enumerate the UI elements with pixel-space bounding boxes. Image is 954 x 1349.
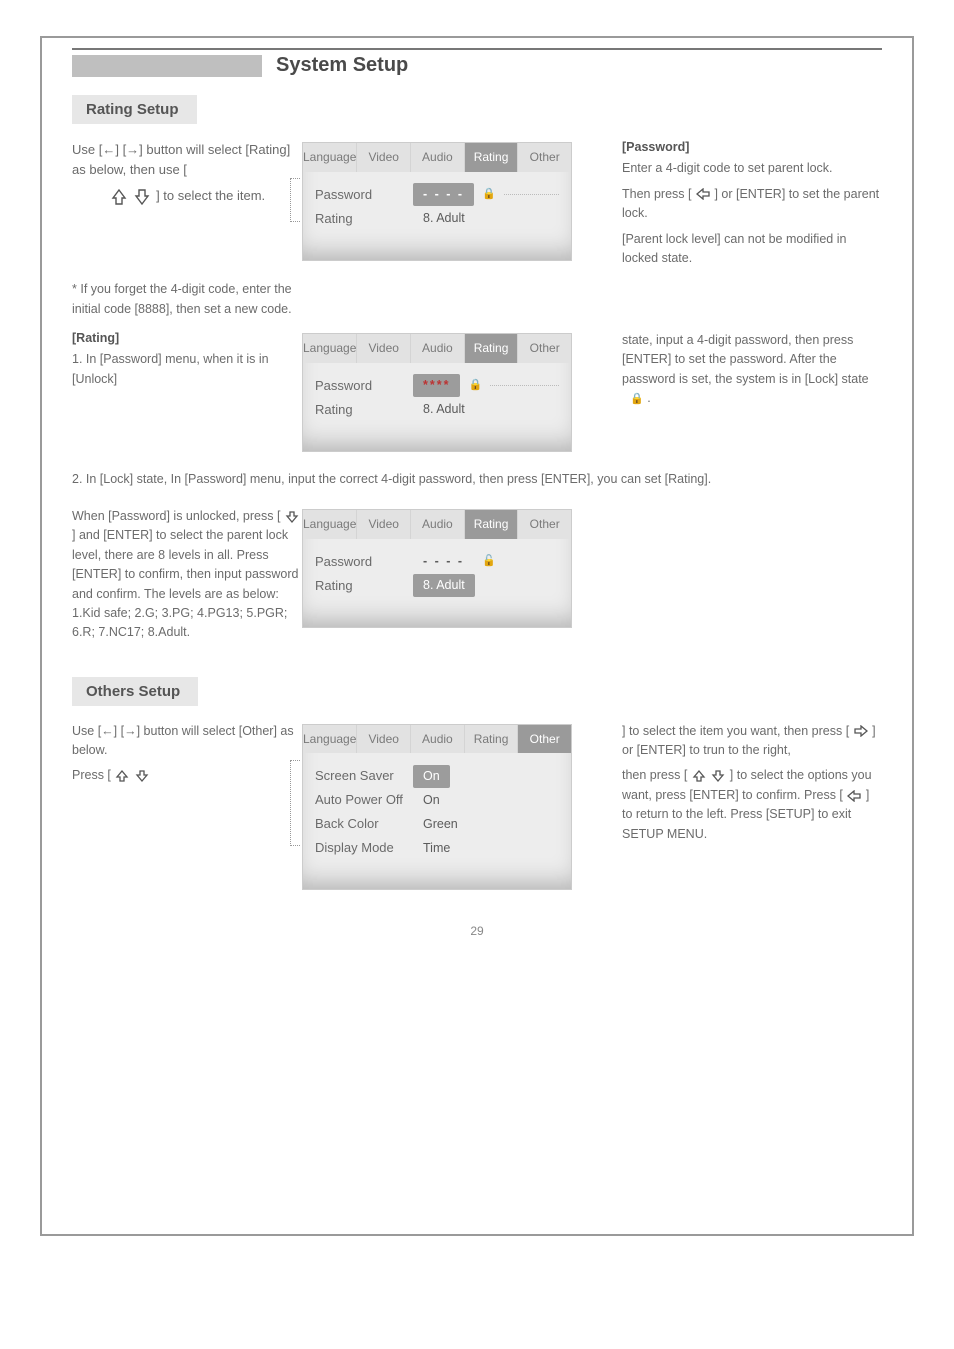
others-intro-e: then press [ (622, 768, 687, 782)
osd-label-password: Password (315, 185, 413, 205)
osd-screenshot-other: Language Video Audio Rating Other Screen… (302, 724, 572, 891)
osd-label-password: Password (315, 376, 413, 396)
osd-value-password-stars: **** (413, 374, 460, 397)
osd-value-display-mode: Time (413, 837, 460, 860)
down-arrow-icon (711, 766, 725, 785)
password-text-1: Enter a 4-digit code to set parent lock. (622, 159, 882, 178)
header-rule (72, 48, 882, 50)
osd-value-auto-power-off: On (413, 789, 450, 812)
osd-tab-audio: Audio (411, 510, 465, 539)
osd-tab-video: Video (357, 334, 411, 363)
osd-label-screen-saver: Screen Saver (315, 766, 413, 786)
osd-label-auto-power-off: Auto Power Off (315, 790, 413, 810)
others-intro-a: Use [←] [→] button will select [Other] a… (72, 722, 302, 761)
bracket-icon (290, 760, 300, 846)
osd-tab-other: Other (518, 143, 571, 172)
osd-tab-language: Language (303, 143, 357, 172)
section-pill-rating: Rating Setup (72, 95, 197, 124)
lock-closed-icon: 🔒 (630, 393, 644, 405)
header-accent-bar (72, 55, 262, 77)
osd-tab-language: Language (303, 334, 357, 363)
dotted-connector (490, 385, 559, 386)
osd-tab-video: Video (357, 143, 411, 172)
lock-closed-icon: 🔒 (468, 377, 482, 394)
others-intro-b: Press [ (72, 768, 111, 782)
osd-value-screen-saver: On (413, 765, 450, 788)
osd-value-password: - - - - (413, 183, 474, 206)
down-arrow-icon (135, 766, 149, 785)
osd-tab-rating: Rating (465, 143, 519, 172)
step1-body-a: state, input a 4-digit password, then pr… (622, 333, 869, 386)
password-heading: [Password] (622, 138, 882, 157)
page-number: 29 (72, 924, 882, 938)
osd-value-back-color: Green (413, 813, 468, 836)
step1-head: 1. In [Password] menu, when it is in [Un… (72, 350, 302, 389)
osd-value-rating: 8. Adult (413, 574, 475, 597)
osd-label-rating: Rating (315, 209, 413, 229)
osd-tab-rating: Rating (465, 510, 519, 539)
up-arrow-icon (692, 766, 706, 785)
osd-value-rating: 8. Adult (413, 398, 475, 421)
osd-tab-video: Video (357, 725, 411, 754)
step3-b: ] and [ENTER] to select the parent lock … (72, 528, 298, 639)
osd-screenshot-rating-3: Language Video Audio Rating Other Passwo… (302, 509, 572, 628)
osd-tab-other: Other (518, 725, 571, 754)
osd-tab-language: Language (303, 510, 357, 539)
osd-tab-other: Other (518, 334, 571, 363)
rating-intro-tail: ] to select the item. (156, 188, 265, 203)
right-arrow-icon (854, 722, 868, 741)
password-text-3: [Parent lock level] can not be modified … (622, 230, 882, 269)
osd-screenshot-rating-2: Language Video Audio Rating Other Passwo… (302, 333, 572, 452)
up-arrow-icon (110, 187, 128, 207)
osd-tab-rating: Rating (465, 725, 519, 754)
left-arrow-icon (696, 185, 710, 204)
header-row: System Setup (72, 54, 882, 77)
osd-value-password: - - - - (413, 550, 474, 573)
step3-a: When [Password] is unlocked, press [ (72, 509, 280, 523)
page-frame: System Setup Rating Setup Use [←] [→] bu… (40, 36, 914, 1236)
page-title: System Setup (276, 54, 408, 77)
dotted-connector (504, 194, 559, 195)
others-intro-c: ] to select the item you want, then pres… (622, 724, 849, 738)
password-text-2b: ] or [ (714, 187, 739, 201)
osd-value-rating: 8. Adult (413, 207, 475, 230)
osd-label-rating: Rating (315, 576, 413, 596)
down-arrow-icon (133, 187, 151, 207)
step1-body-b: . (647, 391, 650, 405)
osd-tabs: Language Video Audio Rating Other (303, 143, 571, 172)
rating-heading: [Rating] (72, 329, 302, 348)
note-text: If you forget the 4-digit code, enter th… (72, 282, 292, 315)
osd-label-password: Password (315, 552, 413, 572)
osd-screenshot-rating-1: Language Video Audio Rating Other Passwo… (302, 142, 572, 261)
osd-label-rating: Rating (315, 400, 413, 420)
password-text-2a: Then press [ (622, 187, 691, 201)
up-arrow-icon (115, 766, 129, 785)
osd-tab-audio: Audio (411, 725, 465, 754)
section-pill-others: Others Setup (72, 677, 198, 706)
osd-tab-rating: Rating (465, 334, 519, 363)
osd-tab-audio: Audio (411, 334, 465, 363)
step2-text: 2. In [Lock] state, In [Password] menu, … (72, 470, 882, 489)
down-arrow-icon (285, 507, 299, 526)
note-star: * (72, 282, 77, 296)
osd-tab-language: Language (303, 725, 357, 754)
osd-tab-audio: Audio (411, 143, 465, 172)
lock-open-icon: 🔓 (482, 553, 496, 570)
rating-intro-a: Use [←] [→] button will select [Rating] … (72, 142, 290, 177)
osd-label-display-mode: Display Mode (315, 838, 413, 858)
left-arrow-icon (847, 786, 861, 805)
osd-tab-other: Other (518, 510, 571, 539)
bracket-icon (290, 178, 300, 222)
osd-label-back-color: Back Color (315, 814, 413, 834)
others-section: Use [←] [→] button will select [Other] a… (72, 720, 882, 901)
rating-section: Use [←] [→] button will select [Rating] … (72, 138, 882, 649)
lock-closed-icon: 🔒 (482, 186, 496, 203)
osd-tab-video: Video (357, 510, 411, 539)
